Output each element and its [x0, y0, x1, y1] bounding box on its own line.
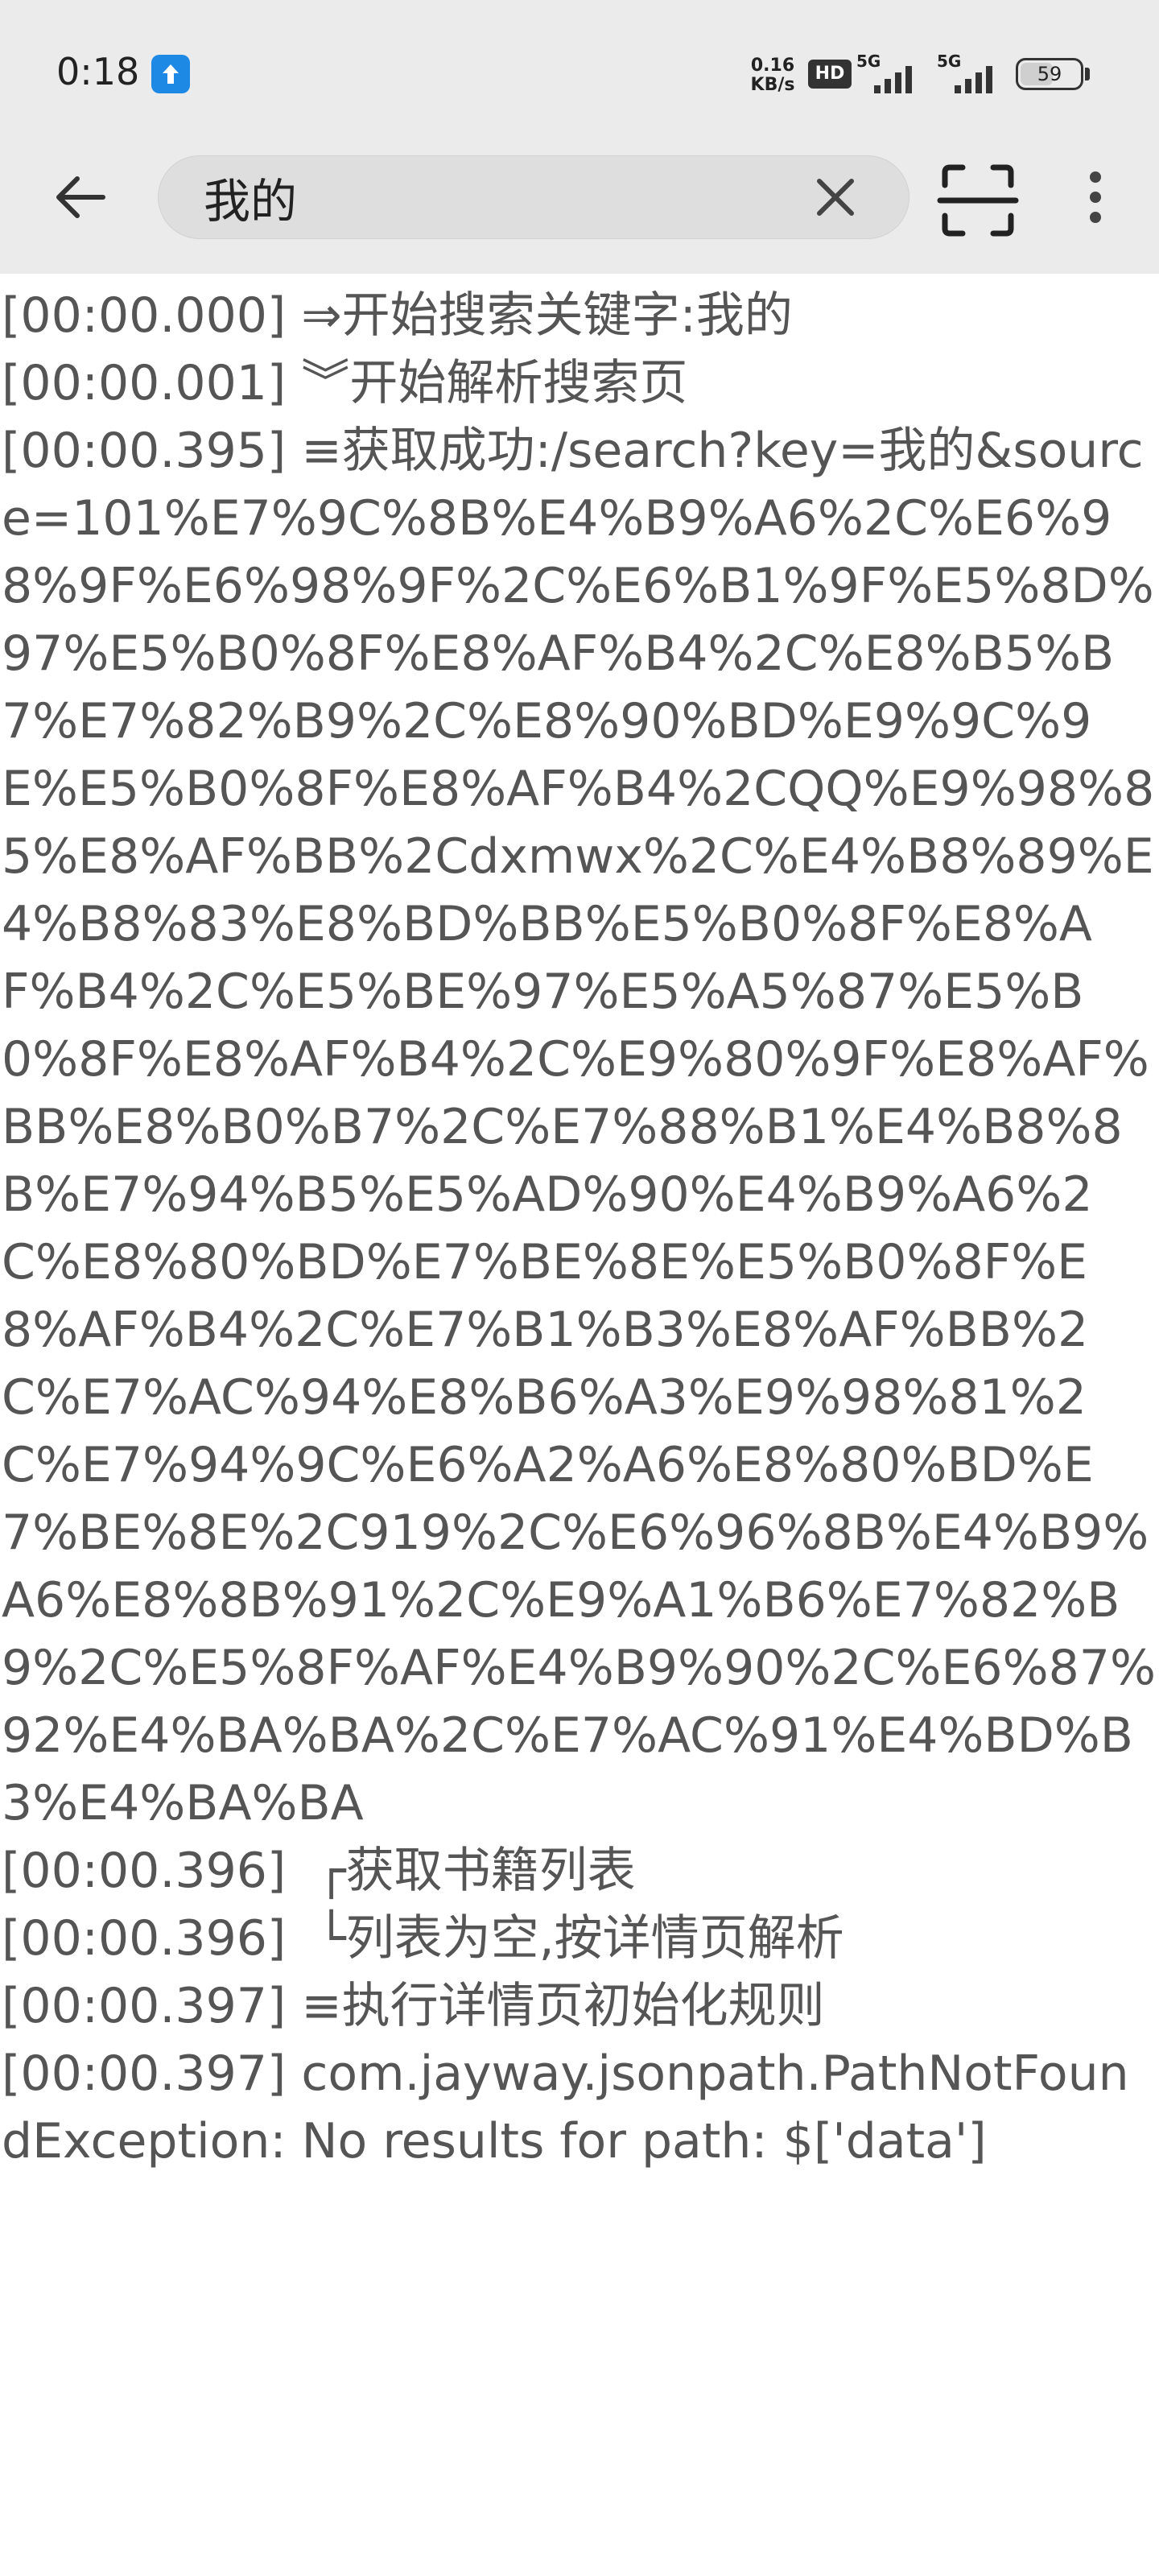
battery-tip	[1085, 68, 1090, 80]
scan-icon	[937, 164, 1019, 237]
close-icon	[817, 179, 854, 216]
arrow-left-icon	[56, 176, 105, 218]
net-speed-value: 0.16	[750, 56, 795, 76]
clear-search-button[interactable]	[807, 169, 864, 225]
status-bar: 0:18 0.16 KB/s HD 5G 5G 59	[0, 0, 1159, 145]
scan-button[interactable]	[934, 156, 1022, 245]
clock: 0:18	[56, 50, 140, 93]
search-box[interactable]	[158, 155, 909, 239]
battery-icon: 59	[1016, 58, 1083, 90]
more-vertical-icon	[1090, 171, 1101, 223]
net-speed-unit: KB/s	[750, 75, 795, 95]
log-line: [00:00.000] ⇒开始搜索关键字:我的	[2, 287, 793, 344]
back-button[interactable]	[45, 161, 118, 233]
more-options-button[interactable]	[1067, 161, 1124, 233]
upload-arrow-icon	[151, 55, 190, 93]
app-header: 0:18 0.16 KB/s HD 5G 5G 59 我的	[0, 0, 1159, 274]
net-speed-indicator: 0.16 KB/s	[740, 56, 805, 95]
search-input[interactable]	[204, 156, 815, 238]
log-line: [00:00.397] com.jayway.jsonpath.PathNotF…	[2, 2046, 1129, 2169]
search-log: [00:00.000] ⇒开始搜索关键字:我的 [00:00.001] ︾开始解…	[0, 282, 1159, 2576]
hd-voice-icon: HD	[808, 60, 852, 89]
signal-1-icon: 5G	[856, 52, 930, 97]
log-line: [00:00.395] ≡获取成功:/search?key=我的&source=…	[2, 423, 1156, 1831]
signal-2-icon: 5G	[937, 52, 1011, 97]
log-line: [00:00.396] └列表为空,按详情页解析	[2, 1910, 844, 1967]
battery-percent: 59	[1037, 63, 1062, 85]
log-line: [00:00.001] ︾开始解析搜索页	[2, 355, 688, 411]
log-line: [00:00.396] ┌获取书籍列表	[2, 1843, 636, 1899]
log-line: [00:00.397] ≡执行详情页初始化规则	[2, 1978, 825, 2034]
